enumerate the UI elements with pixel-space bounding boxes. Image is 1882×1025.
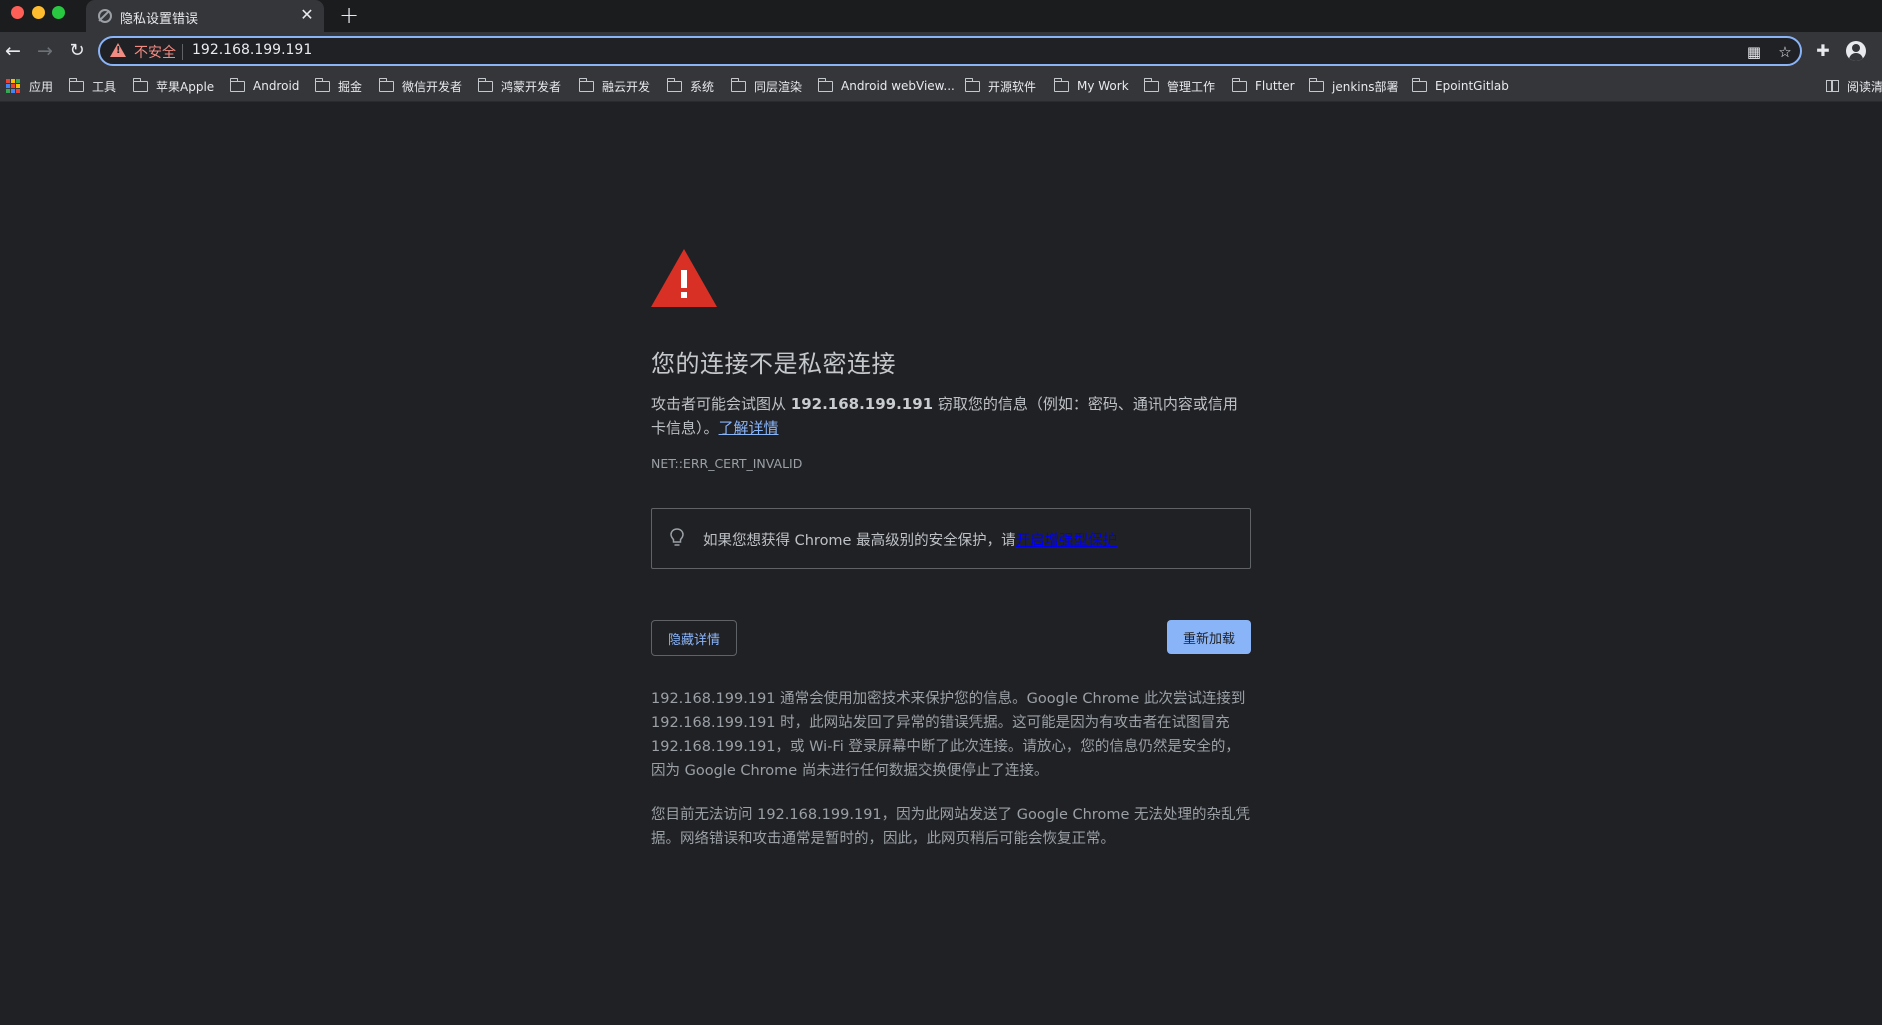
- folder-icon: [1231, 77, 1247, 92]
- hide-details-button[interactable]: 隐藏详情: [651, 620, 737, 656]
- lightbulb-icon: [670, 528, 684, 546]
- url-text[interactable]: 192.168.199.191: [192, 42, 312, 58]
- bookmark-folder[interactable]: Android webView...: [817, 76, 955, 96]
- folder-icon: [1053, 77, 1069, 92]
- folder-icon: [964, 77, 980, 92]
- reading-list-icon: [1826, 80, 1839, 92]
- omnibox-divider: [182, 44, 183, 60]
- folder-icon: [68, 77, 84, 92]
- host-name: 192.168.199.191: [790, 395, 934, 413]
- folder-icon: [314, 77, 330, 92]
- enhanced-protection-text: 如果您想获得 Chrome 最高级别的安全保护，请开启增强型保护: [703, 529, 1117, 550]
- bookmarks-bar: 应用 工具 苹果Apple Android 掘金 微信开发者 鸿蒙开发者 融云开…: [0, 70, 1882, 102]
- bookmark-apps[interactable]: 应用: [29, 76, 53, 96]
- tab-close-icon[interactable]: ✕: [298, 6, 316, 24]
- bookmark-star-icon[interactable]: ☆: [1775, 42, 1795, 62]
- back-arrow-icon[interactable]: ←: [2, 40, 24, 62]
- new-tab-button[interactable]: +: [336, 2, 362, 28]
- bookmark-label: My Work: [1077, 79, 1129, 93]
- error-code: NET::ERR_CERT_INVALID: [651, 456, 803, 471]
- forward-arrow-icon[interactable]: →: [34, 40, 56, 62]
- maximize-window-button[interactable]: [52, 6, 65, 19]
- minimize-window-button[interactable]: [32, 6, 45, 19]
- warning-icon[interactable]: [110, 43, 126, 57]
- details-paragraph: 192.168.199.191 通常会使用加密技术来保护您的信息。Google …: [651, 691, 1246, 779]
- bookmark-folder[interactable]: 同层渲染: [730, 76, 803, 96]
- bookmark-folder[interactable]: 系统: [666, 76, 715, 96]
- puzzle-icon[interactable]: ✚: [1813, 41, 1833, 61]
- main-message: 攻击者可能会试图从 192.168.199.191 窃取您的信息（例如：密码、通…: [651, 392, 1251, 440]
- bookmark-folder[interactable]: 鸿蒙开发者: [477, 76, 562, 96]
- message-prefix: 攻击者可能会试图从: [651, 395, 791, 413]
- tab-title: 隐私设置错误: [120, 12, 199, 27]
- close-window-button[interactable]: [11, 6, 24, 19]
- warning-triangle-icon: [651, 249, 717, 307]
- bookmark-label: 掘金: [338, 79, 363, 94]
- bookmark-folder[interactable]: 掘金: [314, 76, 363, 96]
- folder-icon: [730, 77, 746, 92]
- folder-icon: [578, 77, 594, 92]
- bookmark-folder[interactable]: 融云开发: [578, 76, 651, 96]
- folder-icon: [1308, 77, 1324, 92]
- folder-icon: [1143, 77, 1159, 92]
- reading-list[interactable]: 阅读清: [1826, 76, 1882, 96]
- bookmark-label: 工具: [92, 79, 117, 94]
- folder-icon: [1411, 77, 1427, 92]
- bookmark-label: jenkins部署: [1332, 79, 1399, 94]
- folder-icon: [132, 77, 148, 92]
- security-chip-label[interactable]: 不安全: [134, 42, 176, 62]
- bookmark-folder[interactable]: 微信开发者: [378, 76, 463, 96]
- bookmark-label: Android: [253, 79, 300, 93]
- bookmark-folder[interactable]: 开源软件: [964, 76, 1037, 96]
- folder-icon: [666, 77, 682, 92]
- bookmark-label: 同层渲染: [754, 79, 803, 94]
- bookmark-label: 微信开发者: [402, 79, 463, 94]
- bookmark-folder[interactable]: My Work: [1053, 76, 1129, 96]
- bookmark-folder[interactable]: Android: [229, 76, 300, 96]
- bookmark-label: 应用: [29, 79, 54, 94]
- folder-icon: [229, 77, 245, 92]
- blocked-globe-icon: [98, 9, 112, 23]
- bookmark-folder[interactable]: EpointGitlab: [1411, 76, 1509, 96]
- page-title: 您的连接不是私密连接: [651, 350, 896, 378]
- bookmark-label: EpointGitlab: [1435, 79, 1509, 93]
- enhanced-protection-prefix: 如果您想获得 Chrome 最高级别的安全保护，请: [703, 533, 1016, 549]
- reload-button[interactable]: 重新加载: [1167, 620, 1251, 654]
- bookmark-label: Flutter: [1255, 79, 1295, 93]
- tab-strip: 隐私设置错误 ✕ +: [0, 0, 1882, 32]
- bookmark-label: 苹果Apple: [156, 79, 215, 94]
- bookmark-label: 融云开发: [602, 79, 651, 94]
- bookmark-label: Android webView...: [841, 79, 955, 93]
- interstitial-page: 您的连接不是私密连接 攻击者可能会试图从 192.168.199.191 窃取您…: [0, 102, 1882, 1025]
- bookmark-label: 鸿蒙开发者: [501, 79, 562, 94]
- enhanced-protection-box: 如果您想获得 Chrome 最高级别的安全保护，请开启增强型保护: [651, 508, 1251, 569]
- bookmark-folder[interactable]: Flutter: [1231, 76, 1295, 96]
- bookmark-label: 开源软件: [988, 79, 1037, 94]
- folder-icon: [378, 77, 394, 92]
- bookmark-label: 系统: [690, 79, 715, 94]
- details-paragraph: 您目前无法访问 192.168.199.191，因为此网站发送了 Google …: [651, 807, 1250, 847]
- active-tab[interactable]: 隐私设置错误 ✕: [86, 0, 324, 32]
- folder-icon: [477, 77, 493, 92]
- apps-grid-icon[interactable]: [6, 79, 20, 93]
- reload-icon[interactable]: ↻: [66, 40, 88, 62]
- bookmark-folder[interactable]: 工具: [68, 76, 117, 96]
- profile-icon[interactable]: [1846, 41, 1866, 61]
- address-bar[interactable]: 不安全 192.168.199.191 ▦ ☆: [98, 36, 1802, 66]
- enhanced-protection-link[interactable]: 开启增强型保护: [1016, 533, 1118, 549]
- learn-more-link[interactable]: 了解详情: [719, 419, 779, 437]
- folder-icon: [817, 77, 833, 92]
- bookmark-label: 管理工作: [1167, 79, 1216, 94]
- reading-list-label: 阅读清: [1847, 79, 1882, 94]
- bookmark-folder[interactable]: 管理工作: [1143, 76, 1216, 96]
- bookmark-folder[interactable]: jenkins部署: [1308, 76, 1399, 96]
- bookmark-folder[interactable]: 苹果Apple: [132, 76, 215, 96]
- qr-code-icon[interactable]: ▦: [1744, 42, 1764, 62]
- toolbar: ← → ↻ 不安全 192.168.199.191 ▦ ☆ ✚: [0, 32, 1882, 70]
